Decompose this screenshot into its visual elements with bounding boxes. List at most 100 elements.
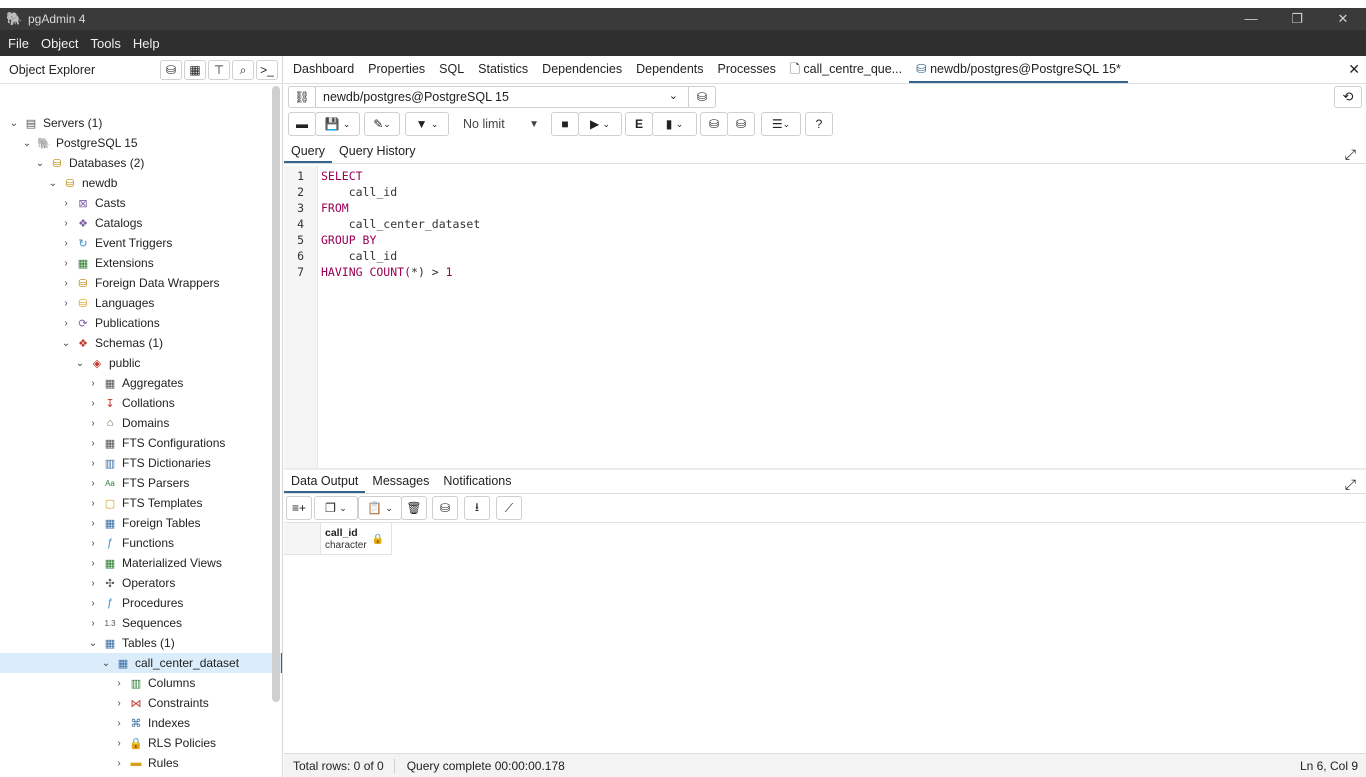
chevron-right-icon[interactable]: › [60, 238, 72, 249]
tree-item-server-group[interactable]: ⌄ ▤ Servers (1) [0, 113, 270, 133]
chevron-right-icon[interactable]: › [60, 258, 72, 269]
search-objects-icon[interactable]: ⌕ [232, 60, 254, 80]
tree-item-event-triggers[interactable]: › ↻ Event Triggers [0, 233, 270, 253]
expand-icon[interactable]: ⤢ [1345, 476, 1356, 493]
macros-button[interactable]: ☰ ⌄ [761, 112, 801, 136]
tree-item-schemas[interactable]: ⌄ ❖ Schemas (1) [0, 333, 270, 353]
menu-tools[interactable]: Tools [85, 36, 127, 51]
menu-help[interactable]: Help [127, 36, 166, 51]
tree-item-domains[interactable]: › ⌂ Domains [0, 413, 270, 433]
tree-item-sequences[interactable]: › 1.3 Sequences [0, 613, 270, 633]
connection-status-icon[interactable]: ⛓ [288, 86, 316, 108]
tab-dependents[interactable]: Dependents [629, 57, 710, 83]
tree-item-database[interactable]: ⌄ ⛁ newdb [0, 173, 270, 193]
chevron-right-icon[interactable]: › [87, 498, 99, 509]
chevron-right-icon[interactable]: › [87, 598, 99, 609]
tree-scrollbar[interactable] [272, 86, 280, 702]
data-grid[interactable]: call_id character 🔒 [284, 522, 1366, 754]
tree-item-rls[interactable]: › 🔒 RLS Policies [0, 733, 270, 753]
tab-notifications[interactable]: Notifications [436, 471, 518, 493]
tree-item-fts-templates[interactable]: › ▢ FTS Templates [0, 493, 270, 513]
tree-item-languages[interactable]: › ⛁ Languages [0, 293, 270, 313]
commit-icon[interactable]: ⛁ [700, 112, 728, 136]
chevron-right-icon[interactable]: › [87, 578, 99, 589]
tab-dashboard[interactable]: Dashboard [286, 57, 361, 83]
tree-item-schema[interactable]: ⌄ ◈ public [0, 353, 270, 373]
code-line[interactable]: FROM [321, 200, 480, 216]
close-tab-icon[interactable]: ✕ [1348, 61, 1360, 78]
chevron-right-icon[interactable]: › [113, 718, 125, 729]
row-number-header[interactable] [284, 523, 321, 555]
chevron-right-icon[interactable]: › [60, 298, 72, 309]
tree-item-publications[interactable]: › ⟳ Publications [0, 313, 270, 333]
tab-dependencies[interactable]: Dependencies [535, 57, 629, 83]
tab-messages[interactable]: Messages [365, 471, 436, 493]
execute-button[interactable]: ▶ ⌄ [578, 112, 622, 136]
tab-statistics[interactable]: Statistics [471, 57, 535, 83]
tab-sql[interactable]: SQL [432, 57, 471, 83]
rollback-icon[interactable]: ⛁ [727, 112, 755, 136]
maximize-button[interactable]: ❐ [1274, 8, 1320, 30]
chevron-right-icon[interactable]: › [60, 198, 72, 209]
code-line[interactable]: call_id [321, 184, 480, 200]
chevron-down-icon[interactable]: ⌄ [60, 338, 72, 349]
close-window-button[interactable]: ✕ [1320, 8, 1366, 30]
chevron-right-icon[interactable]: › [87, 418, 99, 429]
chevron-down-icon[interactable]: ⌄ [74, 358, 86, 369]
filter-button[interactable]: ▼ ⌄ [405, 112, 449, 136]
chevron-down-icon[interactable]: ⌄ [87, 638, 99, 649]
help-icon[interactable]: ? [805, 112, 833, 136]
tree-item-table[interactable]: ⌄ ▦ call_center_dataset [0, 653, 282, 673]
view-data-icon[interactable]: ▦ [184, 60, 206, 80]
chevron-right-icon[interactable]: › [87, 558, 99, 569]
tree-item-functions[interactable]: › ƒ Functions [0, 533, 270, 553]
tree-item-tables[interactable]: ⌄ ▦ Tables (1) [0, 633, 270, 653]
tree-item-columns[interactable]: › ▥ Columns [0, 673, 270, 693]
tree-item-collations[interactable]: › ↧ Collations [0, 393, 270, 413]
chevron-down-icon[interactable]: ⌄ [34, 158, 46, 169]
menu-object[interactable]: Object [35, 36, 85, 51]
tree-item-fdw[interactable]: › ⛁ Foreign Data Wrappers [0, 273, 270, 293]
tree-item-procedures[interactable]: › ƒ Procedures [0, 593, 270, 613]
minimize-button[interactable]: — [1228, 8, 1274, 30]
menu-file[interactable]: File [2, 36, 35, 51]
tree-item-catalogs[interactable]: › ❖ Catalogs [0, 213, 270, 233]
psql-tool-icon[interactable]: >_ [256, 60, 278, 80]
chevron-right-icon[interactable]: › [87, 518, 99, 529]
column-header[interactable]: call_id character 🔒 [321, 523, 392, 555]
tab-query-tool[interactable]: ⛁ newdb/postgres@PostgreSQL 15* [909, 57, 1128, 83]
code-line[interactable]: call_id [321, 248, 480, 264]
chevron-right-icon[interactable]: › [113, 698, 125, 709]
chevron-down-icon[interactable]: ⌄ [21, 138, 33, 149]
macros-refresh-icon[interactable]: ⟲ [1334, 86, 1362, 108]
tree-item-foreign-tables[interactable]: › ▦ Foreign Tables [0, 513, 270, 533]
chevron-right-icon[interactable]: › [87, 618, 99, 629]
tab-data-output[interactable]: Data Output [284, 471, 366, 493]
stop-query-icon[interactable]: ■ [551, 112, 579, 136]
save-data-icon[interactable]: ⛁ [432, 496, 458, 520]
chevron-right-icon[interactable]: › [87, 438, 99, 449]
tree-item-extensions[interactable]: › ▦ Extensions [0, 253, 270, 273]
tree-item-fts-config[interactable]: › ▦ FTS Configurations [0, 433, 270, 453]
save-file-button[interactable]: 💾 ⌄ [315, 112, 360, 136]
code-line[interactable]: GROUP BY [321, 232, 480, 248]
chevron-down-icon[interactable]: ⌄ [8, 118, 20, 129]
add-row-icon[interactable]: ≡+ [286, 496, 312, 520]
tree-item-fts-parsers[interactable]: › Aa FTS Parsers [0, 473, 270, 493]
new-connection-icon[interactable]: ⛁ [688, 86, 716, 108]
graph-visualiser-icon[interactable]: ⟋ [496, 496, 522, 520]
code-line[interactable]: SELECT [321, 168, 480, 184]
chevron-right-icon[interactable]: › [87, 398, 99, 409]
tree-item-indexes[interactable]: › ⌘ Indexes [0, 713, 270, 733]
tree-item-databases[interactable]: ⌄ ⛁ Databases (2) [0, 153, 270, 173]
tab-properties[interactable]: Properties [361, 57, 432, 83]
paste-button[interactable]: 📋 ⌄ [358, 496, 402, 520]
tree-item-mat-views[interactable]: › ▦ Materialized Views [0, 553, 270, 573]
chevron-down-icon[interactable]: ⌄ [47, 178, 59, 189]
tab-query[interactable]: Query [284, 141, 333, 163]
tab-call-centre-query[interactable]: 🗋 call_centre_que... [783, 57, 909, 83]
open-file-icon[interactable]: ▬ [288, 112, 316, 136]
download-icon[interactable]: ⭳ [464, 496, 490, 520]
copy-button[interactable]: ❐ ⌄ [314, 496, 358, 520]
chevron-right-icon[interactable]: › [60, 318, 72, 329]
